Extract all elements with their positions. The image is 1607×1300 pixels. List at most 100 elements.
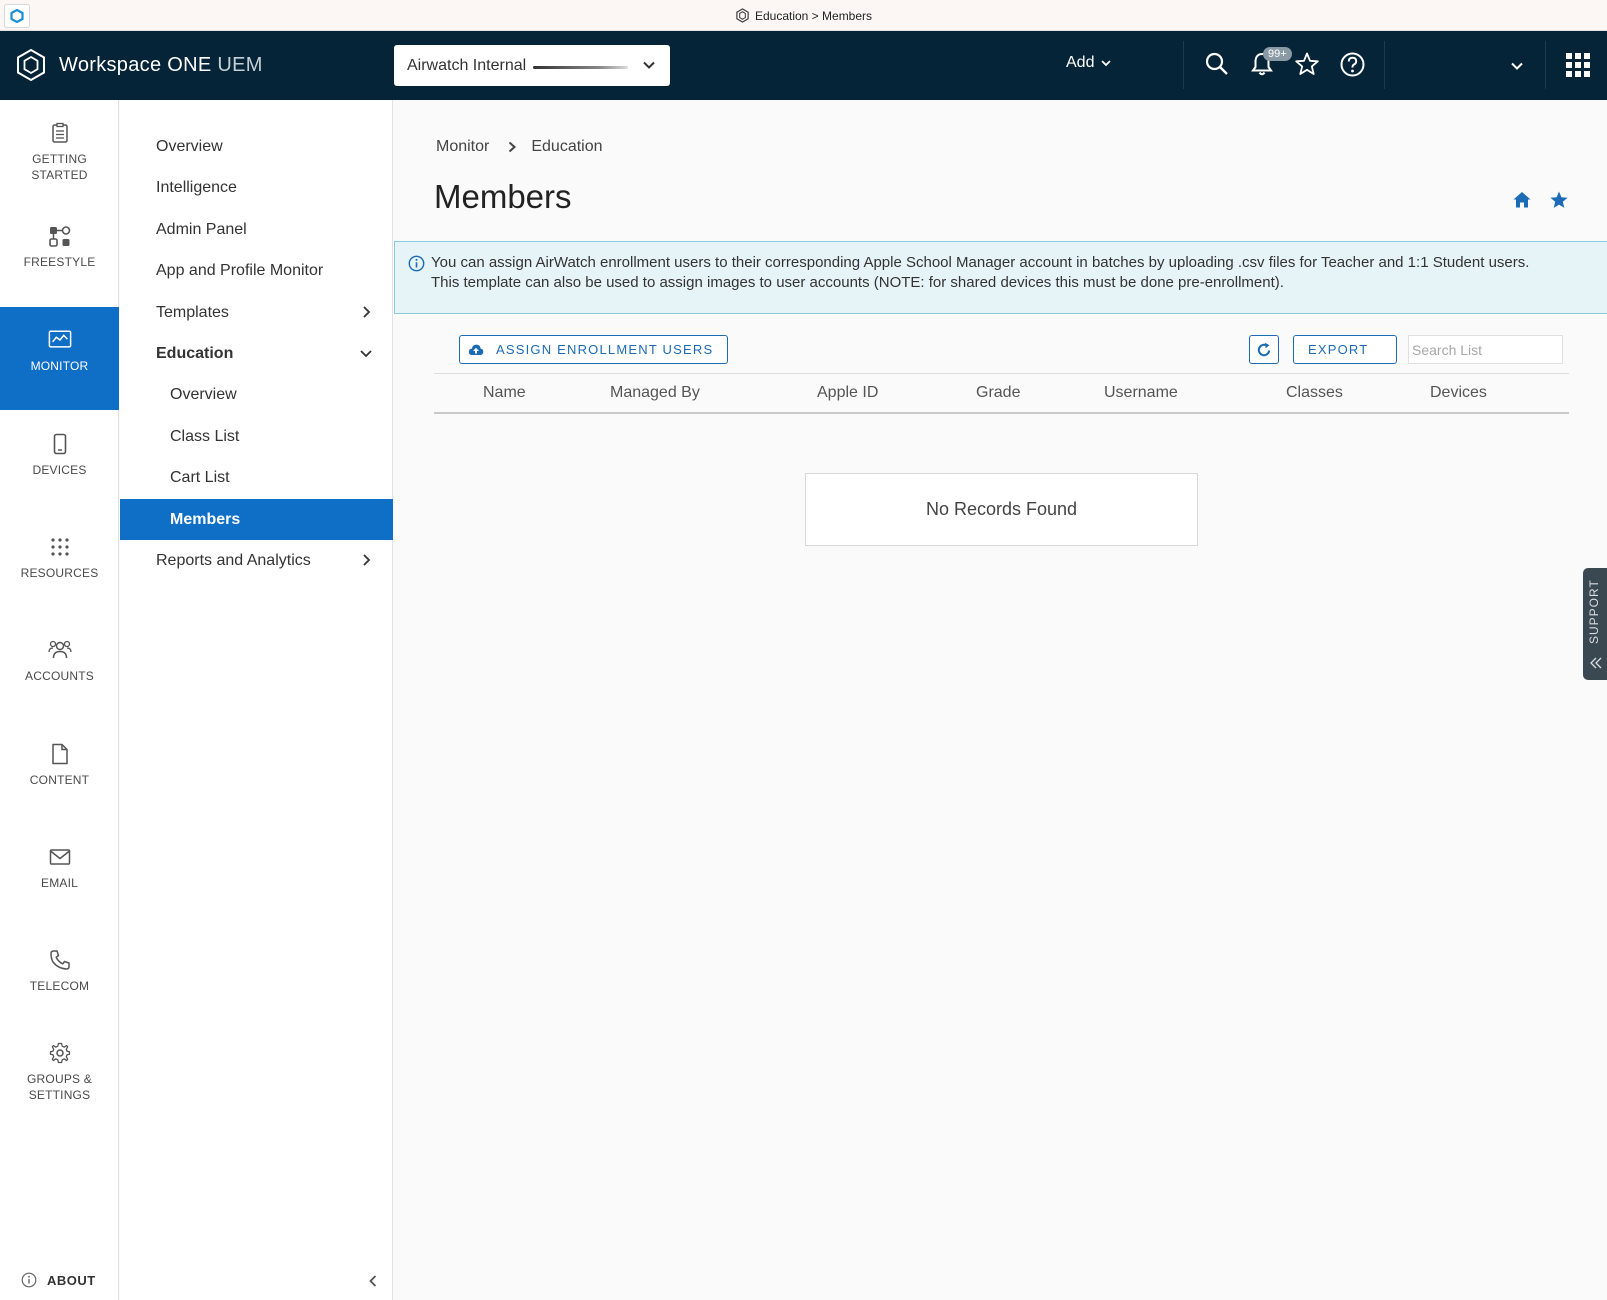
support-label: SUPPORT: [1587, 579, 1601, 644]
nav-item-education[interactable]: Education: [120, 333, 393, 374]
rail-item-label: DEVICES: [32, 463, 87, 477]
freestyle-icon: [48, 226, 70, 247]
org-selector-value: Airwatch Internal: [407, 56, 527, 74]
grid-dots-icon: [50, 538, 69, 556]
header-divider: [1384, 41, 1385, 89]
rail-item-label: FREESTYLE: [23, 255, 96, 269]
rail-item-email[interactable]: EMAIL: [0, 824, 119, 927]
column-header-name[interactable]: Name: [483, 384, 526, 402]
product-suffix: UEM: [217, 53, 263, 76]
nav-item-label: Templates: [156, 303, 229, 321]
rail-item-groups-settings[interactable]: GROUPS & SETTINGS: [0, 1020, 119, 1123]
favorite-star-icon[interactable]: [1549, 190, 1569, 210]
info-icon: [408, 255, 425, 272]
home-icon[interactable]: [1512, 190, 1532, 210]
telephone-icon: [49, 950, 70, 970]
add-menu-label: Add: [1066, 54, 1095, 71]
rail-item-devices[interactable]: DEVICES: [0, 411, 119, 514]
rail-item-telecom[interactable]: TELECOM: [0, 927, 119, 1030]
rail-item-label: TELECOM: [29, 979, 90, 993]
nav-item-label: Intelligence: [156, 178, 237, 196]
nav-item-label: Reports and Analytics: [156, 551, 311, 569]
nav-item-label: App and Profile Monitor: [156, 261, 324, 279]
product-logo[interactable]: Workspace ONE UEM: [15, 48, 263, 82]
rail-item-freestyle[interactable]: FREESTYLE: [0, 203, 119, 306]
about-button[interactable]: ABOUT: [21, 1272, 96, 1288]
members-table-header: Name Managed By Apple ID Grade Username …: [434, 373, 1569, 414]
column-header-devices[interactable]: Devices: [1430, 384, 1487, 402]
rail-item-label: CONTENT: [29, 773, 90, 787]
page-title: Members: [434, 178, 572, 215]
product-name: Workspace ONE: [59, 53, 212, 76]
header-divider: [1183, 41, 1184, 89]
rail-item-content[interactable]: CONTENT: [0, 721, 119, 824]
nav-item-reports-analytics[interactable]: Reports and Analytics: [120, 540, 393, 581]
rail-item-label: MONITOR: [30, 359, 89, 373]
about-label: ABOUT: [47, 1272, 96, 1288]
rail-item-resources[interactable]: RESOURCES: [0, 514, 119, 617]
nav-item-intelligence[interactable]: Intelligence: [120, 167, 393, 208]
organization-group-selector[interactable]: Airwatch Internal: [394, 45, 670, 86]
rail-item-accounts[interactable]: ACCOUNTS: [0, 617, 119, 720]
app-launcher-grid-icon[interactable]: [1566, 53, 1590, 77]
secondary-nav: Overview Intelligence Admin Panel App an…: [120, 100, 393, 1300]
nav-item-class-list[interactable]: Class List: [120, 416, 393, 457]
export-label: EXPORT: [1308, 342, 1369, 357]
assign-enrollment-users-button[interactable]: ASSIGN ENROLLMENT USERS: [459, 335, 729, 364]
assign-enrollment-users-label: ASSIGN ENROLLMENT USERS: [496, 342, 714, 357]
nav-item-education-overview[interactable]: Overview: [120, 374, 393, 415]
nav-item-label: Overview: [170, 385, 237, 403]
chevron-down-icon: [1101, 60, 1112, 67]
column-header-grade[interactable]: Grade: [976, 384, 1020, 402]
top-header: Workspace ONE UEM Airwatch Internal Add …: [0, 31, 1607, 100]
nav-item-label: Admin Panel: [156, 220, 247, 238]
rail-item-monitor[interactable]: MONITOR: [0, 307, 119, 410]
nav-item-label: Education: [156, 344, 234, 362]
chevron-down-icon: [360, 350, 372, 358]
notification-count-badge: 99+: [1263, 47, 1292, 61]
rail-item-label: EMAIL: [40, 876, 78, 890]
nav-item-overview[interactable]: Overview: [120, 126, 393, 167]
star-outline-icon[interactable]: [1294, 51, 1320, 77]
workspace-one-logo-icon: [17, 48, 45, 82]
phone-icon: [53, 433, 66, 455]
nav-item-app-profile-monitor[interactable]: App and Profile Monitor: [120, 250, 393, 291]
primary-nav-rail: GETTING STARTED FREESTYLE MONITOR DEVICE…: [0, 100, 119, 1300]
clipboard-icon: [51, 122, 68, 143]
hexagon-logo-icon: [736, 8, 749, 23]
info-text-line: This template can also be used to assign…: [431, 274, 1284, 291]
refresh-button[interactable]: [1249, 335, 1279, 364]
gear-icon: [49, 1042, 70, 1064]
column-header-classes[interactable]: Classes: [1286, 384, 1343, 402]
collapse-nav-chevron-icon[interactable]: [366, 1274, 380, 1288]
nav-item-label: Overview: [156, 137, 223, 155]
export-button[interactable]: EXPORT: [1293, 335, 1397, 364]
double-chevron-left-icon: [1590, 657, 1602, 669]
info-text-line: You can assign AirWatch enrollment users…: [431, 254, 1530, 271]
header-divider: [1545, 41, 1546, 89]
column-header-apple-id[interactable]: Apple ID: [817, 384, 878, 402]
document-icon: [51, 743, 68, 765]
nav-item-templates[interactable]: Templates: [120, 292, 393, 333]
redacted-text: [533, 66, 629, 69]
cloud-upload-icon: [468, 344, 484, 355]
support-tab[interactable]: SUPPORT: [1583, 568, 1607, 680]
search-icon[interactable]: [1204, 51, 1230, 77]
column-header-managed-by[interactable]: Managed By: [610, 384, 700, 402]
add-menu-button[interactable]: Add: [1066, 54, 1112, 72]
user-menu-chevron-icon[interactable]: [1510, 59, 1524, 73]
nav-item-admin-panel[interactable]: Admin Panel: [120, 209, 393, 250]
chevron-right-icon: [363, 306, 371, 318]
rail-item-getting-started[interactable]: GETTING STARTED: [0, 100, 119, 203]
breadcrumb-monitor[interactable]: Monitor: [436, 138, 489, 156]
nav-item-cart-list[interactable]: Cart List: [120, 457, 393, 498]
nav-item-members[interactable]: Members: [120, 499, 393, 540]
breadcrumb-education[interactable]: Education: [531, 138, 602, 156]
window-title: Education > Members: [0, 8, 1607, 23]
chevron-down-icon: [643, 61, 655, 69]
help-icon[interactable]: [1339, 51, 1366, 78]
search-list-input[interactable]: [1408, 335, 1563, 364]
users-icon: [47, 640, 72, 659]
column-header-username[interactable]: Username: [1104, 384, 1178, 402]
chevron-right-icon: [363, 554, 371, 566]
